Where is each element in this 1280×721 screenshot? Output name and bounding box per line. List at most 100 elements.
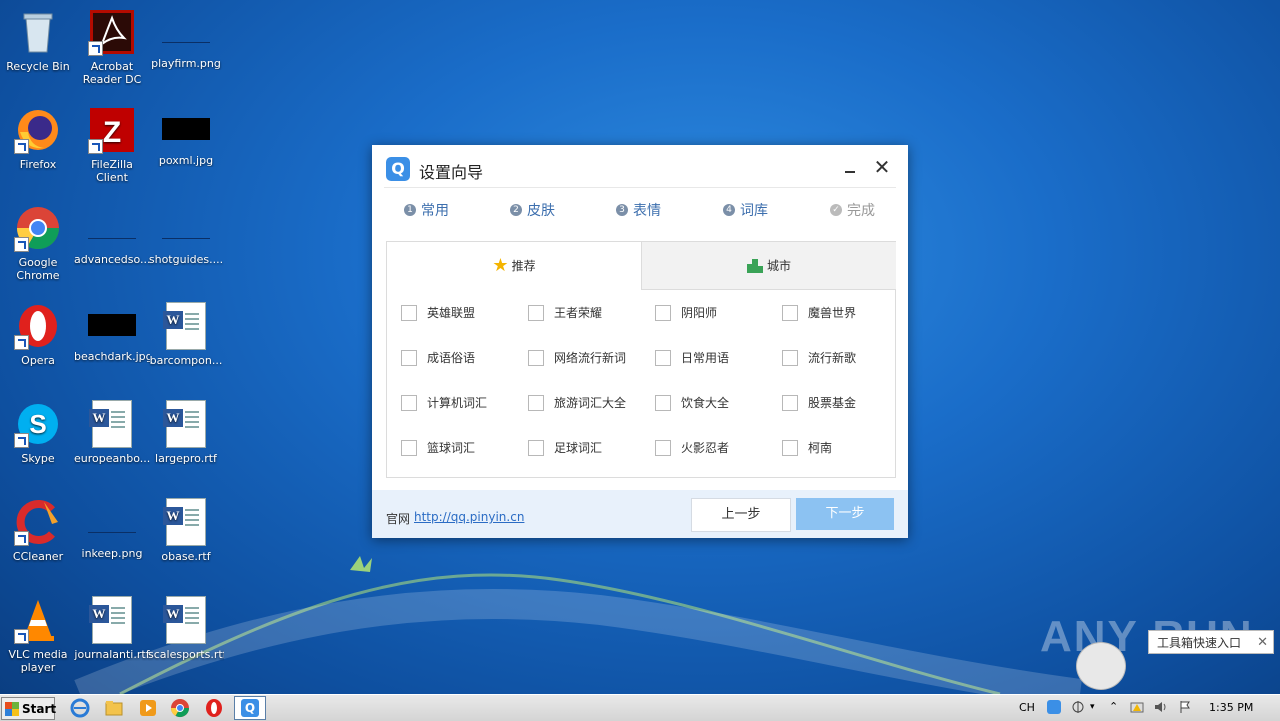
desktop-icon-ccleaner[interactable]: CCleaner bbox=[0, 498, 76, 563]
shortcut-arrow-icon bbox=[14, 335, 29, 350]
option-item[interactable]: 篮球词汇 bbox=[401, 439, 475, 456]
ccleaner-icon bbox=[14, 498, 62, 546]
checkbox[interactable] bbox=[782, 394, 798, 411]
option-item[interactable]: 足球词汇 bbox=[528, 439, 602, 456]
option-item[interactable]: 成语俗语 bbox=[401, 349, 475, 366]
tooltip-close-icon[interactable]: ✕ bbox=[1257, 631, 1268, 655]
desktop-icon-playfirm[interactable]: playfirm.png bbox=[148, 8, 224, 70]
official-site-link[interactable]: http://qq.pinyin.cn bbox=[414, 510, 524, 524]
checkbox[interactable] bbox=[782, 304, 798, 321]
checkbox[interactable] bbox=[401, 304, 417, 321]
desktop-icon-journalanti[interactable]: W journalanti.rtf bbox=[74, 596, 150, 661]
internet-explorer-icon[interactable] bbox=[70, 698, 90, 718]
tab-recommended[interactable]: ★ 推荐 bbox=[387, 242, 641, 289]
option-item[interactable]: 流行新歌 bbox=[782, 349, 856, 366]
option-item[interactable]: 日常用语 bbox=[655, 349, 729, 366]
start-label: Start bbox=[22, 701, 57, 716]
qq-pinyin-taskbar-button[interactable]: Q bbox=[234, 696, 266, 720]
checkbox[interactable] bbox=[782, 349, 798, 366]
clock[interactable]: 1:35 PM bbox=[1209, 701, 1253, 714]
next-button[interactable]: 下一步 bbox=[796, 498, 894, 530]
option-item[interactable]: 火影忍者 bbox=[655, 439, 729, 456]
ime-dropdown-icon[interactable]: ▾ bbox=[1090, 700, 1104, 714]
checkbox[interactable] bbox=[528, 349, 544, 366]
ime-icon[interactable] bbox=[1047, 700, 1061, 714]
file-explorer-icon[interactable] bbox=[104, 698, 124, 718]
option-item[interactable]: 计算机词汇 bbox=[401, 394, 487, 411]
option-item[interactable]: 柯南 bbox=[782, 439, 832, 456]
close-button[interactable]: ✕ bbox=[871, 156, 893, 178]
option-item[interactable]: 英雄联盟 bbox=[401, 304, 475, 321]
shortcut-arrow-icon bbox=[88, 41, 103, 56]
ime-mode-icon[interactable] bbox=[1071, 700, 1085, 714]
firefox-icon bbox=[14, 106, 62, 154]
desktop-icon-firefox[interactable]: Firefox bbox=[0, 106, 76, 171]
input-language[interactable]: CH bbox=[1019, 701, 1035, 714]
desktop-icon-poxml[interactable]: poxml.jpg bbox=[148, 106, 224, 167]
minimize-button[interactable] bbox=[840, 158, 862, 180]
volume-icon[interactable] bbox=[1153, 700, 1167, 714]
desktop-icon-shotguides[interactable]: shotguides.... bbox=[148, 204, 224, 266]
option-label: 饮食大全 bbox=[681, 396, 730, 410]
checkbox[interactable] bbox=[401, 439, 417, 456]
chrome-taskbar-icon[interactable] bbox=[170, 698, 190, 718]
desktop-icon-label: inkeep.png bbox=[81, 547, 143, 560]
opera-taskbar-icon[interactable] bbox=[204, 698, 224, 718]
desktop-icon-label: Recycle Bin bbox=[6, 60, 70, 73]
desktop-icon-label: europeanbo... bbox=[74, 452, 150, 465]
security-warning-icon[interactable] bbox=[1130, 700, 1144, 714]
checkbox[interactable] bbox=[528, 439, 544, 456]
file-thumbnail bbox=[162, 20, 210, 43]
desktop-icon-barcompon[interactable]: W barcompon... bbox=[148, 302, 224, 367]
desktop-icon-opera[interactable]: Opera bbox=[0, 302, 76, 367]
official-site-label: 官网 bbox=[386, 512, 411, 526]
option-label: 日常用语 bbox=[681, 351, 730, 365]
tab-city[interactable]: 城市 bbox=[641, 242, 896, 290]
checkbox[interactable] bbox=[782, 439, 798, 456]
desktop-icon-chrome[interactable]: Google Chrome bbox=[0, 204, 76, 282]
option-label: 足球词汇 bbox=[554, 441, 603, 455]
checkbox[interactable] bbox=[528, 394, 544, 411]
checkbox[interactable] bbox=[401, 349, 417, 366]
checkbox[interactable] bbox=[655, 349, 671, 366]
option-item[interactable]: 旅游词汇大全 bbox=[528, 394, 626, 411]
option-item[interactable]: 魔兽世界 bbox=[782, 304, 856, 321]
desktop-icon-skype[interactable]: S Skype bbox=[0, 400, 76, 465]
shortcut-arrow-icon bbox=[14, 433, 29, 448]
desktop-icon-recycle-bin[interactable]: Recycle Bin bbox=[0, 8, 76, 73]
option-item[interactable]: 股票基金 bbox=[782, 394, 856, 411]
tab-label: 推荐 bbox=[511, 259, 536, 273]
option-item[interactable]: 饮食大全 bbox=[655, 394, 729, 411]
action-center-flag-icon[interactable] bbox=[1178, 700, 1192, 714]
step-label: 皮肤 bbox=[527, 203, 555, 219]
start-button[interactable]: Start bbox=[1, 697, 57, 720]
option-item[interactable]: 网络流行新词 bbox=[528, 349, 626, 366]
desktop-icon-scalesports[interactable]: W scalesports.rtf bbox=[148, 596, 224, 661]
desktop-icon-inkeep[interactable]: inkeep.png bbox=[74, 498, 150, 560]
toolbox-tooltip[interactable]: 工具箱快速入口 ✕ bbox=[1148, 630, 1274, 654]
desktop-icon-obase[interactable]: W obase.rtf bbox=[148, 498, 224, 563]
desktop-icon-advancedso[interactable]: advancedso... bbox=[74, 204, 150, 266]
checkbox[interactable] bbox=[528, 304, 544, 321]
previous-button[interactable]: 上一步 bbox=[691, 498, 791, 532]
show-hidden-icons-icon[interactable]: ⌃ bbox=[1109, 700, 1123, 714]
desktop-icon-beachdark[interactable]: beachdark.jpg bbox=[74, 302, 150, 363]
word-document-icon: W bbox=[162, 498, 210, 546]
desktop-icon-europeanbo[interactable]: W europeanbo... bbox=[74, 400, 150, 465]
shortcut-arrow-icon bbox=[14, 237, 29, 252]
wizard-steps: 1 常用 2 皮肤 3 表情 4 词库 ✓ 完成 bbox=[384, 187, 896, 236]
media-player-icon[interactable] bbox=[138, 698, 158, 718]
desktop-icon-largepro[interactable]: W largepro.rtf bbox=[148, 400, 224, 465]
checkbox[interactable] bbox=[655, 439, 671, 456]
desktop-icon-acrobat[interactable]: Acrobat Reader DC bbox=[74, 8, 150, 86]
checkbox[interactable] bbox=[655, 304, 671, 321]
option-item[interactable]: 王者荣耀 bbox=[528, 304, 602, 321]
checkbox[interactable] bbox=[401, 394, 417, 411]
desktop-icon-vlc[interactable]: VLC media player bbox=[0, 596, 76, 674]
checkbox[interactable] bbox=[655, 394, 671, 411]
option-item[interactable]: 阴阳师 bbox=[655, 304, 717, 321]
desktop-icon-filezilla[interactable]: Z FileZilla Client bbox=[74, 106, 150, 184]
desktop-icon-label: CCleaner bbox=[12, 550, 64, 563]
mascot-icon[interactable] bbox=[1076, 642, 1126, 690]
dialog-titlebar[interactable]: Q 设置向导 ✕ bbox=[372, 145, 908, 187]
